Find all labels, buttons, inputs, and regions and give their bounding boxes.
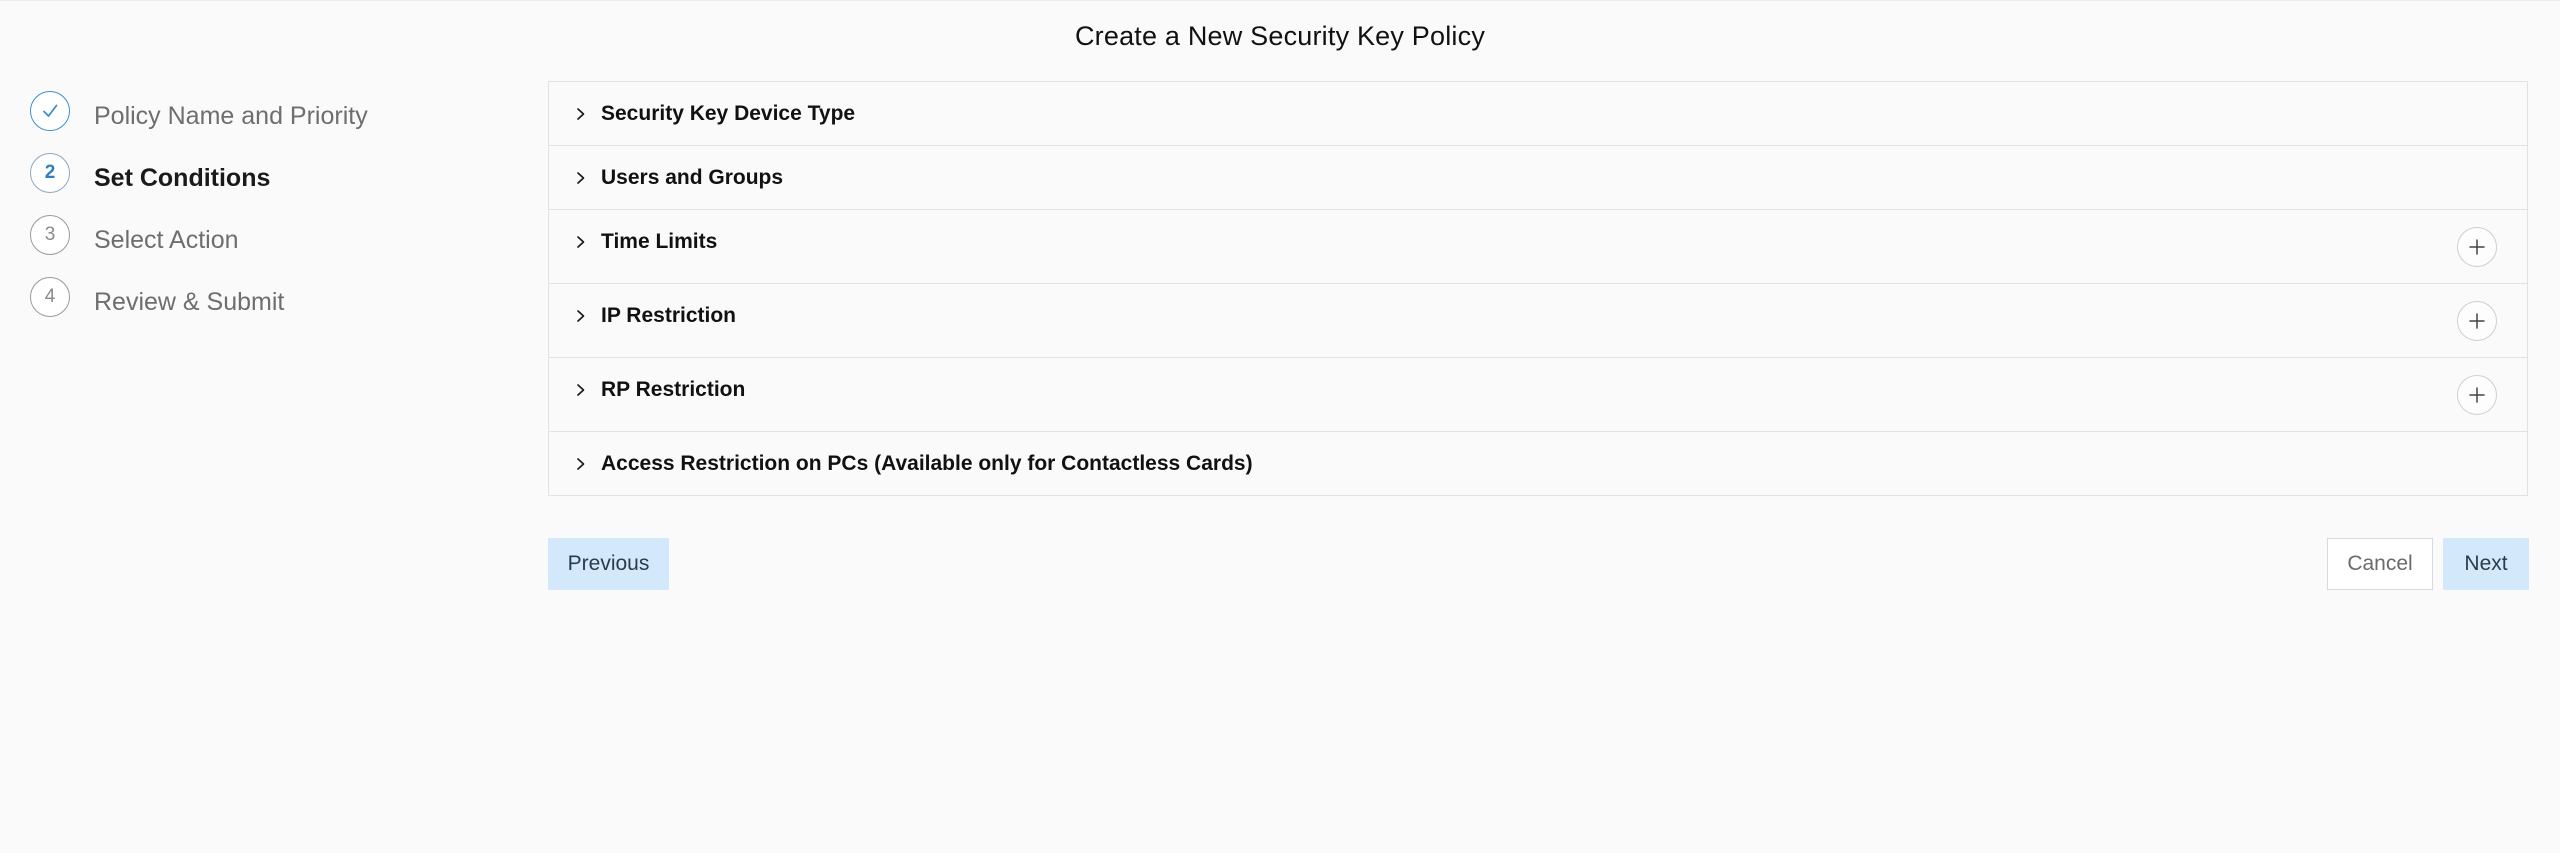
page-title: Create a New Security Key Policy <box>1074 21 1486 51</box>
accordion-section-title: Users and Groups <box>601 166 784 189</box>
step-number: 3 <box>30 215 70 255</box>
step-select-action[interactable]: 3 Select Action <box>30 215 510 277</box>
cancel-button[interactable]: Cancel <box>2327 538 2433 590</box>
step-review-and-submit[interactable]: 4 Review & Submit <box>30 277 510 339</box>
accordion-section-title: RP Restriction <box>601 378 746 401</box>
check-icon <box>43 104 58 117</box>
page: Create a New Security Key Policy Policy … <box>0 0 2560 853</box>
chevron-right-icon <box>571 380 591 400</box>
accordion-section-users-and-groups[interactable]: Users and Groups <box>549 146 2527 210</box>
step-complete-indicator <box>30 91 70 131</box>
plus-icon <box>2469 387 2485 403</box>
accordion-section-title: Security Key Device Type <box>601 102 856 125</box>
accordion-section-title: Time Limits <box>601 230 718 253</box>
chevron-right-icon <box>571 168 591 188</box>
plus-icon <box>2469 313 2485 329</box>
step-label: Policy Name and Priority <box>94 102 368 130</box>
step-number: 4 <box>30 277 70 317</box>
chevron-right-icon <box>571 232 591 252</box>
chevron-right-icon <box>571 454 591 474</box>
add-ip-restriction-button[interactable] <box>2457 301 2497 341</box>
previous-button[interactable]: Previous <box>548 538 669 590</box>
accordion-section-rp-restriction[interactable]: RP Restriction <box>549 358 2527 432</box>
step-policy-name-and-priority[interactable]: Policy Name and Priority <box>30 91 510 153</box>
next-button[interactable]: Next <box>2443 538 2529 590</box>
step-label: Select Action <box>94 226 239 254</box>
accordion-section-title: Access Restriction on PCs (Available onl… <box>601 452 1253 475</box>
accordion-section-security-key-device-type[interactable]: Security Key Device Type <box>549 82 2527 146</box>
conditions-accordion: Security Key Device Type Users and Group… <box>548 81 2528 496</box>
accordion-section-access-restriction-on-pcs[interactable]: Access Restriction on PCs (Available onl… <box>549 432 2527 495</box>
accordion-section-ip-restriction[interactable]: IP Restriction <box>549 284 2527 358</box>
step-number: 2 <box>30 153 70 193</box>
step-set-conditions[interactable]: 2 Set Conditions <box>30 153 510 215</box>
wizard-stepper: Policy Name and Priority 2 Set Condition… <box>30 91 510 339</box>
accordion-section-title: IP Restriction <box>601 304 736 327</box>
chevron-right-icon <box>571 306 591 326</box>
add-rp-restriction-button[interactable] <box>2457 375 2497 415</box>
step-label: Set Conditions <box>94 164 271 192</box>
plus-icon <box>2469 239 2485 255</box>
accordion-section-time-limits[interactable]: Time Limits <box>549 210 2527 284</box>
chevron-right-icon <box>571 104 591 124</box>
add-time-limit-button[interactable] <box>2457 227 2497 267</box>
step-label: Review & Submit <box>94 288 285 316</box>
